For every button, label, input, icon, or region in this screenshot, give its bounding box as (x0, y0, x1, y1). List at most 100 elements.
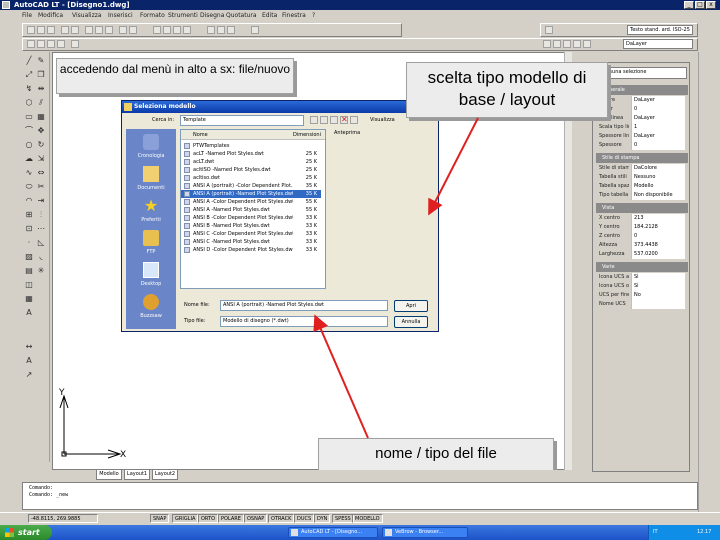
menu-visualizza[interactable]: Visualizza (72, 12, 102, 20)
file-row[interactable]: ANSI C -Named Plot Styles.dwt 33 K (181, 238, 321, 246)
circle-icon[interactable]: ○ (24, 140, 34, 150)
rotate-icon[interactable]: ↻ (36, 140, 46, 150)
zoom-realtime-icon[interactable] (163, 26, 171, 34)
make-block-icon[interactable]: ⊡ (24, 224, 34, 234)
section-general[interactable]: Generale (596, 85, 688, 95)
views-menu[interactable]: Visualizza (370, 116, 395, 125)
polyline-icon[interactable]: ↯ (24, 84, 34, 94)
zoom-previous-icon[interactable] (183, 26, 191, 34)
freeze-icon[interactable] (47, 40, 55, 48)
gradient-icon[interactable]: ▤ (24, 266, 34, 276)
place-buzzsaw[interactable]: Buzzsaw (126, 291, 176, 327)
toggle-polare[interactable]: POLARE (218, 514, 244, 523)
offset-icon[interactable]: ⫽ (36, 98, 46, 108)
copy-object-icon[interactable]: ❐ (36, 70, 46, 80)
up-folder-icon[interactable] (320, 116, 328, 124)
delete-icon[interactable]: ✕ (340, 116, 348, 124)
file-row[interactable]: ANSI A -Color Dependent Plot Styles.dwt 5… (181, 198, 321, 206)
layer-manager-icon[interactable] (27, 40, 35, 48)
print-icon[interactable] (61, 26, 69, 34)
prop-row[interactable]: Z centro 0 (599, 232, 685, 241)
prop-row[interactable]: Stile di stampaDaColore (599, 164, 685, 173)
tab-layout1[interactable]: Layout1 (124, 470, 150, 480)
layer-icon[interactable] (553, 40, 561, 48)
section-misc[interactable]: Varie (596, 262, 688, 272)
file-row[interactable]: ANSI A (portrait) -Named Plot Styles.dwt… (181, 190, 321, 198)
prop-row[interactable]: UCS per finestraNo (599, 291, 685, 300)
mirror-icon[interactable]: ⇹ (36, 84, 46, 94)
menu-disegna[interactable]: Disegna (200, 12, 224, 20)
prop-row[interactable]: Nome UCS (599, 300, 685, 309)
lock-icon[interactable] (57, 40, 65, 48)
coordinates-readout[interactable]: -48.8115, 269.9885 (28, 514, 98, 523)
toggle-griglia[interactable]: GRIGLIA (172, 514, 199, 523)
rectangle-icon[interactable]: ▭ (24, 112, 34, 122)
move-icon[interactable]: ✥ (36, 126, 46, 136)
toggle-otrack[interactable]: OTRACK (268, 514, 295, 523)
open-button[interactable]: Apri (394, 300, 428, 312)
section-plot-style[interactable]: Stile di stampa (596, 153, 688, 163)
insert-block-icon[interactable]: ⊞ (24, 210, 34, 220)
pan-icon[interactable] (153, 26, 161, 34)
file-row[interactable]: acltISO -Named Plot Styles.dwt 25 K (181, 166, 321, 174)
back-icon[interactable] (310, 116, 318, 124)
toggle-osnap[interactable]: OSNAP (244, 514, 268, 523)
file-row[interactable]: ANSI C -Color Dependent Plot Styles.dwt 3… (181, 230, 321, 238)
menu-quotatura[interactable]: Quotatura (226, 12, 257, 20)
prop-row[interactable]: ColoreDaLayer (599, 96, 685, 105)
chamfer-icon[interactable]: ◺ (36, 238, 46, 248)
table-icon[interactable]: ▦ (24, 294, 34, 304)
task-autocad[interactable]: AutoCAD LT - [Disegno... (288, 527, 378, 538)
break-icon[interactable]: ⫶ (36, 210, 46, 220)
look-in-select[interactable]: Template (180, 115, 304, 126)
dimension-icon[interactable]: ↔ (24, 342, 34, 352)
new-icon[interactable] (27, 26, 35, 34)
undo-icon[interactable] (119, 26, 127, 34)
selection-select[interactable]: Nessuna selezione (597, 67, 687, 79)
revcloud-icon[interactable]: ☁ (24, 154, 34, 164)
ellipse-arc-icon[interactable]: ◠ (24, 196, 34, 206)
file-row[interactable]: ANSI B -Color Dependent Plot Styles.dwt 3… (181, 214, 321, 222)
preview-icon[interactable] (71, 26, 79, 34)
place-documents[interactable]: Documenti (126, 163, 176, 199)
prop-row[interactable]: Icona UCS attivaSì (599, 273, 685, 282)
maximize-button[interactable]: □ (695, 1, 705, 9)
menu-edita[interactable]: Edita (262, 12, 277, 20)
prop-row[interactable]: Tipo tabella Non disponibile (599, 191, 685, 200)
file-row[interactable]: acLT -Named Plot Styles.dwt 25 K (181, 150, 321, 158)
erase-icon[interactable]: ✎ (36, 56, 46, 66)
point-icon[interactable]: · (24, 238, 34, 248)
file-row[interactable]: acLT.dwt 25 K (181, 158, 321, 166)
file-row[interactable]: acltiso.dwt 25 K (181, 174, 321, 182)
prop-row[interactable]: Spessore 0 (599, 141, 685, 150)
trim-icon[interactable]: ✂ (36, 182, 46, 192)
search-web-icon[interactable] (330, 116, 338, 124)
zoom-window-icon[interactable] (173, 26, 181, 34)
properties-icon[interactable] (207, 26, 215, 34)
minimize-button[interactable]: _ (684, 1, 694, 9)
place-favorites[interactable]: ★ Preferiti (126, 195, 176, 231)
menu-modifica[interactable]: Modifica (38, 12, 63, 20)
prop-row[interactable]: Tabella spazioModello (599, 182, 685, 191)
text-style-icon[interactable] (545, 26, 553, 34)
xline-icon[interactable]: ⤢ (24, 70, 34, 80)
place-history[interactable]: Cronologia (126, 131, 176, 167)
join-icon[interactable]: ⋯ (36, 224, 46, 234)
prop-row[interactable]: X centro 213 (599, 214, 685, 223)
toggle-orto[interactable]: ORTO (198, 514, 219, 523)
file-name-input[interactable]: ANSI A (portrait) -Named Plot Styles.dwt (220, 300, 388, 311)
array-icon[interactable]: ▦ (36, 112, 46, 122)
toggle-modello[interactable]: MODELLO (352, 514, 383, 523)
prop-row[interactable]: Tabella stili Nessuno (599, 173, 685, 182)
file-row[interactable]: ANSI A -Named Plot Styles.dwt 55 K (181, 206, 321, 214)
menu-formato[interactable]: Formato (140, 12, 165, 20)
tab-layout2[interactable]: Layout2 (152, 470, 178, 480)
file-row[interactable]: ANSI D -Color Dependent Plot Styles.dwt 3… (181, 246, 321, 254)
paste-icon[interactable] (105, 26, 113, 34)
column-size[interactable]: Dimensioni (293, 130, 321, 140)
prop-row[interactable]: Layer0 (599, 105, 685, 114)
prop-row[interactable]: Tipo linea DaLayer (599, 114, 685, 123)
place-ftp[interactable]: FTP (126, 227, 176, 263)
prop-row[interactable]: Altezza 373.4438 (599, 241, 685, 250)
toggle-spess[interactable]: SPESS (332, 514, 354, 523)
